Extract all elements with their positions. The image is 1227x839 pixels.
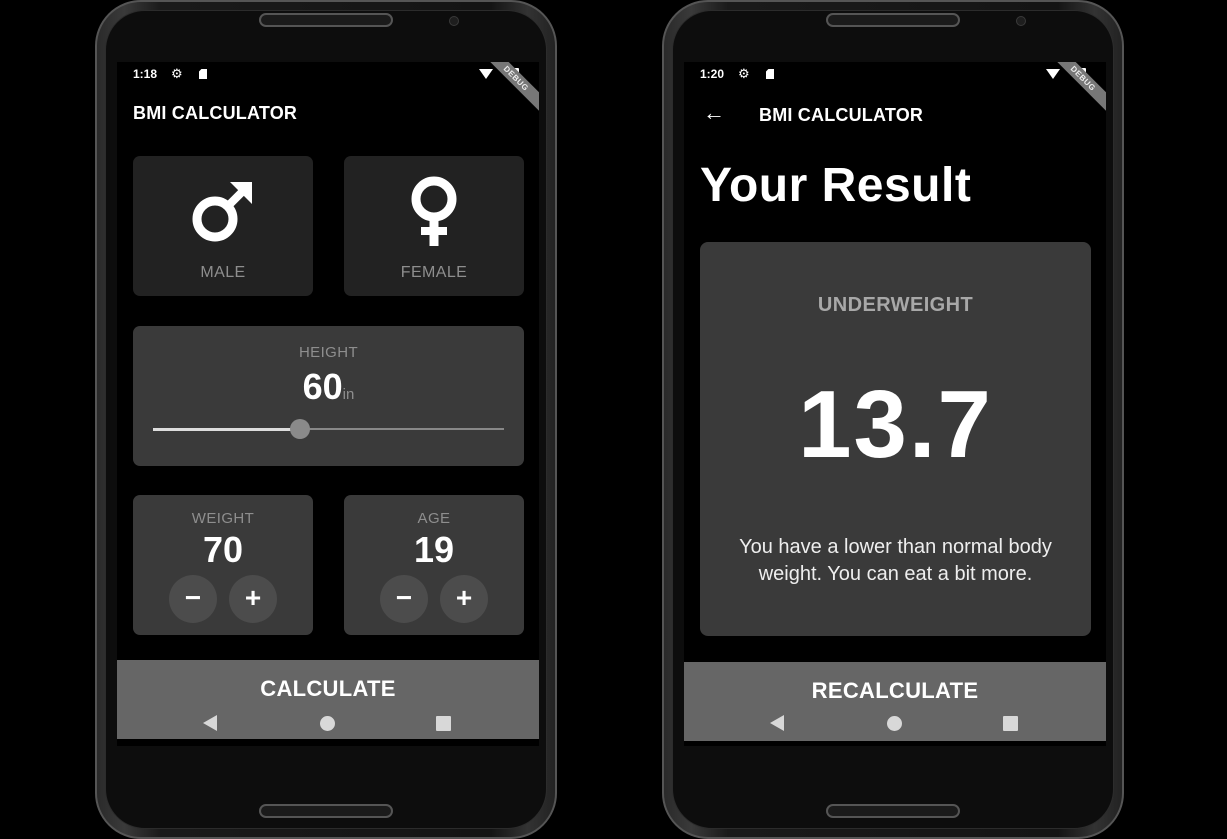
earpiece-speaker	[826, 13, 960, 27]
height-value: 60	[302, 366, 343, 407]
result-heading: Your Result	[700, 159, 972, 212]
height-slider-fill	[153, 427, 301, 431]
nav-home-icon[interactable]	[887, 716, 902, 731]
android-nav-bar	[684, 698, 1106, 746]
status-bar: 1:18 ⚙ DEBUG	[117, 62, 539, 115]
nav-recents-icon[interactable]	[1003, 716, 1018, 731]
weight-increment-button[interactable]: +	[229, 575, 277, 623]
height-card: HEIGHT 60in	[133, 326, 524, 466]
earpiece-speaker	[259, 13, 393, 27]
female-symbol-icon	[411, 176, 457, 246]
nav-back-icon[interactable]	[770, 715, 784, 731]
sd-card-icon	[199, 69, 207, 79]
app-title: BMI CALCULATOR	[759, 105, 924, 125]
age-label: AGE	[417, 510, 451, 527]
bmi-value: 13.7	[798, 371, 993, 478]
settings-gear-icon: ⚙	[171, 66, 183, 81]
status-time: 1:20	[700, 67, 725, 81]
settings-gear-icon: ⚙	[738, 66, 750, 81]
wifi-icon	[1046, 69, 1060, 79]
male-card[interactable]: MALE	[133, 156, 313, 296]
sd-card-icon	[766, 69, 774, 79]
wifi-icon	[479, 69, 493, 79]
height-slider-thumb[interactable]	[290, 419, 311, 439]
nav-back-icon[interactable]	[203, 715, 217, 731]
app-bar: ← BMI CALCULATOR	[684, 86, 1106, 142]
result-card: UNDERWEIGHT 13.7 You have a lower than n…	[700, 242, 1091, 636]
bottom-speaker	[826, 804, 960, 818]
front-camera	[449, 16, 459, 26]
phone-frame-result: 1:20 ⚙ DEBUG ← BMI CALCULATOR Your Resul…	[662, 0, 1124, 839]
arrow-back-icon[interactable]: ←	[703, 100, 725, 126]
weight-card: WEIGHT 70 − +	[133, 495, 313, 635]
age-value: 19	[413, 529, 455, 570]
phone-frame-input: 1:18 ⚙ DEBUG BMI CALCULATOR MALE FEMALE …	[95, 0, 557, 839]
weight-decrement-button[interactable]: −	[169, 575, 217, 623]
age-card: AGE 19 − +	[344, 495, 524, 635]
female-card[interactable]: FEMALE	[344, 156, 524, 296]
age-decrement-button[interactable]: −	[380, 575, 428, 623]
height-slider[interactable]	[153, 419, 504, 439]
female-label: FEMALE	[400, 264, 468, 281]
nav-recents-icon[interactable]	[436, 716, 451, 731]
nav-home-icon[interactable]	[320, 716, 335, 731]
weight-label: WEIGHT	[191, 510, 255, 527]
app-bar: BMI CALCULATOR	[117, 86, 539, 142]
status-bar: 1:20 ⚙ DEBUG	[684, 62, 1106, 115]
male-label: MALE	[200, 264, 246, 281]
android-nav-bar	[117, 698, 539, 746]
height-unit: in	[342, 386, 355, 403]
height-label: HEIGHT	[298, 344, 359, 361]
weight-value: 70	[202, 529, 244, 570]
front-camera	[1016, 16, 1026, 26]
bmi-status: UNDERWEIGHT	[817, 294, 974, 316]
age-increment-button[interactable]: +	[440, 575, 488, 623]
bottom-speaker	[259, 804, 393, 818]
height-value-row: 60in	[133, 366, 524, 408]
input-screen: 1:18 ⚙ DEBUG BMI CALCULATOR MALE FEMALE …	[117, 62, 539, 746]
bmi-interpretation: You have a lower than normal body weight…	[739, 536, 1052, 585]
male-symbol-icon	[192, 182, 252, 242]
result-screen: 1:20 ⚙ DEBUG ← BMI CALCULATOR Your Resul…	[684, 62, 1106, 746]
app-title: BMI CALCULATOR	[133, 103, 298, 123]
status-time: 1:18	[133, 67, 158, 81]
